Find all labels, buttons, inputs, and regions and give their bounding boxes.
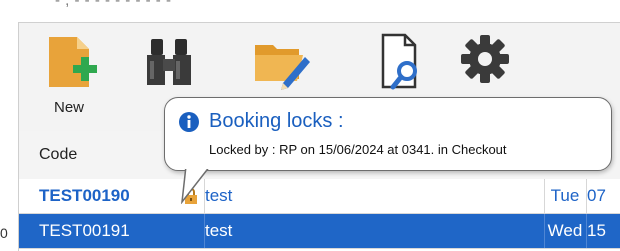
tooltip-title: Booking locks : bbox=[209, 110, 344, 132]
row-description: test bbox=[205, 186, 233, 205]
row-date: 15 bbox=[587, 221, 606, 240]
document-search-icon bbox=[381, 33, 417, 90]
row-day: Wed bbox=[547, 221, 583, 240]
clipped-title-text: - , - - - - - - - - - - bbox=[55, 0, 172, 9]
gear-icon bbox=[461, 35, 509, 83]
new-button[interactable]: New bbox=[29, 23, 109, 131]
tooltip-pointer bbox=[181, 166, 211, 204]
new-document-icon bbox=[49, 37, 97, 87]
info-icon bbox=[179, 112, 199, 132]
row-day: Tue bbox=[550, 186, 580, 205]
new-button-label: New bbox=[53, 99, 84, 116]
table-row-selected[interactable]: TEST00191 test Wed 15 bbox=[19, 214, 620, 249]
tooltip-body: Locked by : RP on 15/06/2024 at 0341. in… bbox=[209, 142, 507, 157]
folder-edit-icon bbox=[255, 45, 310, 90]
row-code: TEST00191 bbox=[39, 221, 130, 240]
row-description: test bbox=[205, 221, 233, 240]
table-row[interactable]: TEST00190 test Tue 07 bbox=[19, 179, 620, 214]
row-date: 07 bbox=[587, 186, 606, 205]
left-panel-edge: 0 bbox=[0, 22, 19, 251]
column-header-code[interactable]: Code bbox=[39, 146, 77, 164]
top-strip: - , - - - - - - - - - - bbox=[0, 0, 620, 22]
left-edge-digit: 0 bbox=[0, 225, 8, 241]
binoculars-icon bbox=[147, 39, 191, 85]
row-code: TEST00190 bbox=[39, 186, 130, 205]
booking-lock-tooltip: Booking locks : Locked by : RP on 15/06/… bbox=[164, 97, 612, 171]
